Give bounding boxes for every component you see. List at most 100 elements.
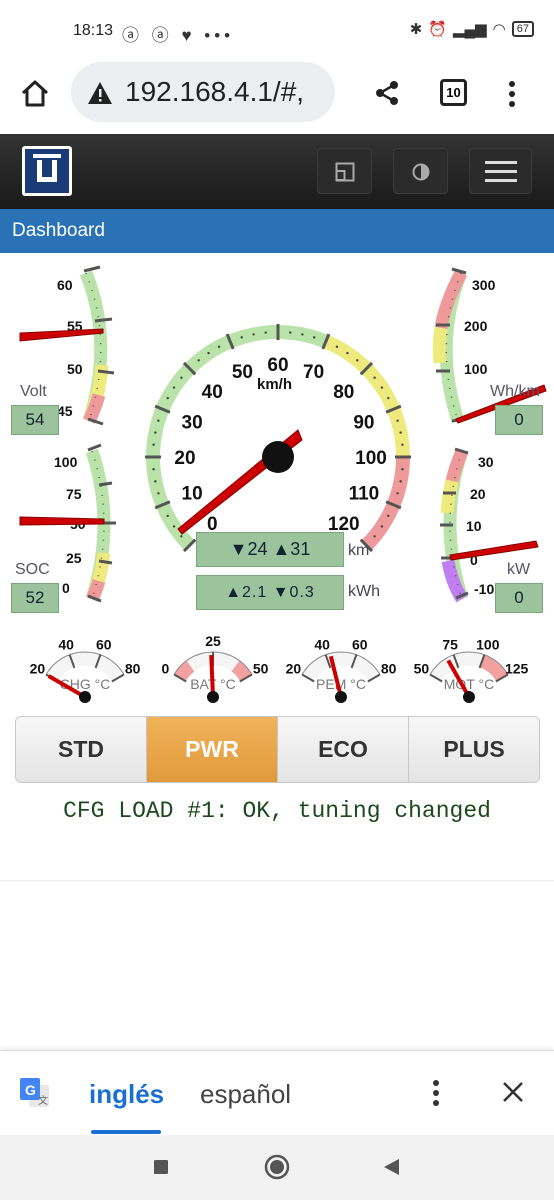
browser-toolbar: 192.168.4.1/#, 10	[0, 62, 554, 134]
bat-needle	[209, 654, 215, 698]
theme-button[interactable]	[393, 148, 448, 194]
back-icon[interactable]	[382, 1158, 400, 1176]
speed-minor-tick	[373, 535, 376, 538]
speed-minor-tick	[157, 492, 160, 495]
trip-energy-unit: kWh	[348, 583, 380, 600]
speed-minor-tick	[180, 535, 183, 538]
tabs-icon[interactable]: 10	[440, 79, 467, 106]
speed-minor-tick	[152, 443, 155, 446]
home-icon[interactable]	[20, 78, 50, 108]
speed-tick-label: 60	[267, 355, 288, 376]
whkm-tick: 300	[472, 277, 496, 293]
bluetooth-icon: ✱	[409, 21, 423, 38]
battery-icon: 67	[511, 21, 534, 37]
chg-label: CHG °C	[60, 676, 111, 692]
soc-tick: 25	[66, 550, 82, 566]
mode-std-button[interactable]: STD	[16, 717, 147, 782]
mode-pwr-button[interactable]: PWR	[147, 717, 278, 782]
speed-tick-label: 100	[355, 448, 387, 469]
speed-minor-tick	[207, 351, 210, 355]
bat-tick-label: 0	[161, 661, 169, 677]
speed-tick-label: 20	[174, 448, 195, 469]
speed-minor-tick	[401, 443, 404, 446]
speed-minor-tick	[180, 376, 183, 379]
translate-menu-icon[interactable]	[430, 1079, 442, 1107]
gauges-canvas: 60 55 50 45 100 75 50 25 0	[19, 265, 547, 703]
status-message: CFG LOAD #1: OK, tuning changed	[63, 798, 491, 824]
status-time: 18:13	[73, 22, 114, 39]
mot-tick-label: 100	[476, 636, 500, 652]
speed-minor-tick	[396, 492, 399, 495]
speed-minor-tick	[399, 431, 402, 434]
mot-tick-label: 125	[505, 661, 529, 677]
target-language-tab[interactable]: español	[200, 1079, 291, 1110]
system-icons: ✱ ⏰ ▂▄▆ ◠ 67	[410, 20, 534, 38]
speed-tick-label: 50	[232, 362, 253, 383]
whkm-tick: 200	[464, 318, 488, 334]
mot-tick-label: 50	[414, 661, 430, 677]
speed-minor-tick	[154, 431, 157, 434]
home-circle-icon[interactable]	[264, 1154, 290, 1180]
alarm-icon: ⏰	[428, 21, 447, 38]
speed-minor-tick	[252, 333, 255, 336]
speed-minor-tick	[335, 345, 339, 348]
stop-icon[interactable]	[153, 1159, 169, 1175]
kw-tick: -10	[474, 581, 494, 597]
volt-tick: 60	[57, 277, 73, 293]
active-tab-indicator	[91, 1130, 161, 1134]
speed-minor-tick	[240, 336, 243, 339]
chg-tick-label: 60	[96, 636, 112, 652]
volt-needle	[19, 328, 104, 342]
close-icon[interactable]	[502, 1081, 524, 1103]
menu-kebab-icon[interactable]	[504, 80, 520, 108]
speed-minor-tick	[373, 376, 376, 379]
speed-tick-label: 80	[333, 382, 354, 403]
svg-text:G: G	[25, 1082, 36, 1098]
source-language-tab[interactable]: inglés	[89, 1079, 164, 1110]
share-icon[interactable]	[374, 80, 400, 106]
app-navbar	[0, 134, 554, 209]
url-text[interactable]: 192.168.4.1/#,	[125, 76, 330, 108]
speed-tick-label: 90	[353, 412, 374, 433]
speed-minor-tick	[289, 331, 292, 334]
bat-band	[174, 660, 195, 682]
speed-minor-tick	[346, 351, 349, 355]
bat-tick-label: 50	[253, 661, 269, 677]
mode-eco-button[interactable]: ECO	[278, 717, 409, 782]
bat-hub	[207, 691, 219, 703]
system-nav-bar	[0, 1135, 554, 1200]
trip-distance-unit: km	[348, 542, 370, 559]
speed-tick-label: 40	[202, 382, 223, 403]
speed-minor-tick	[356, 359, 359, 362]
mot-label: MOT °C	[444, 676, 494, 692]
translate-icon: G 文	[20, 1078, 49, 1107]
chg-hub	[79, 691, 91, 703]
layout-icon	[335, 162, 355, 182]
pem-tick-label: 40	[314, 636, 330, 652]
dashboard: 60 55 50 45 100 75 50 25 0	[0, 253, 554, 880]
app-logo[interactable]	[22, 146, 72, 196]
speed-minor-tick	[166, 514, 169, 518]
whkm-tick: 100	[464, 361, 488, 377]
speed-minor-tick	[172, 386, 176, 389]
hamburger-icon	[485, 161, 517, 182]
divider	[0, 880, 554, 881]
trip-energy: ▲2.1 ▼0.3	[196, 575, 344, 610]
chg-tick-label: 40	[58, 636, 74, 652]
speed-minor-tick	[166, 396, 169, 400]
layout-button[interactable]	[317, 148, 372, 194]
notification-icons: ⓐ ⓐ ♥ •••	[122, 26, 235, 45]
warning-icon[interactable]	[87, 81, 113, 105]
mode-plus-button[interactable]: PLUS	[409, 717, 539, 782]
temperature-gauges: 2040 6080CHG °C02550BAT °C2040 6080PEM °C5…	[30, 633, 529, 703]
speed-minor-tick	[172, 525, 176, 528]
speed-tick-label: 10	[182, 484, 203, 505]
kw-label: kW	[507, 561, 531, 578]
chg-tick-label: 80	[125, 661, 141, 677]
menu-button[interactable]	[469, 148, 532, 194]
drive-mode-selector: STD PWR ECO PLUS	[15, 716, 540, 783]
page-title: Dashboard	[0, 209, 554, 253]
speed-minor-tick	[152, 468, 155, 471]
pem-tick-label: 80	[381, 661, 397, 677]
speed-minor-tick	[380, 525, 384, 528]
